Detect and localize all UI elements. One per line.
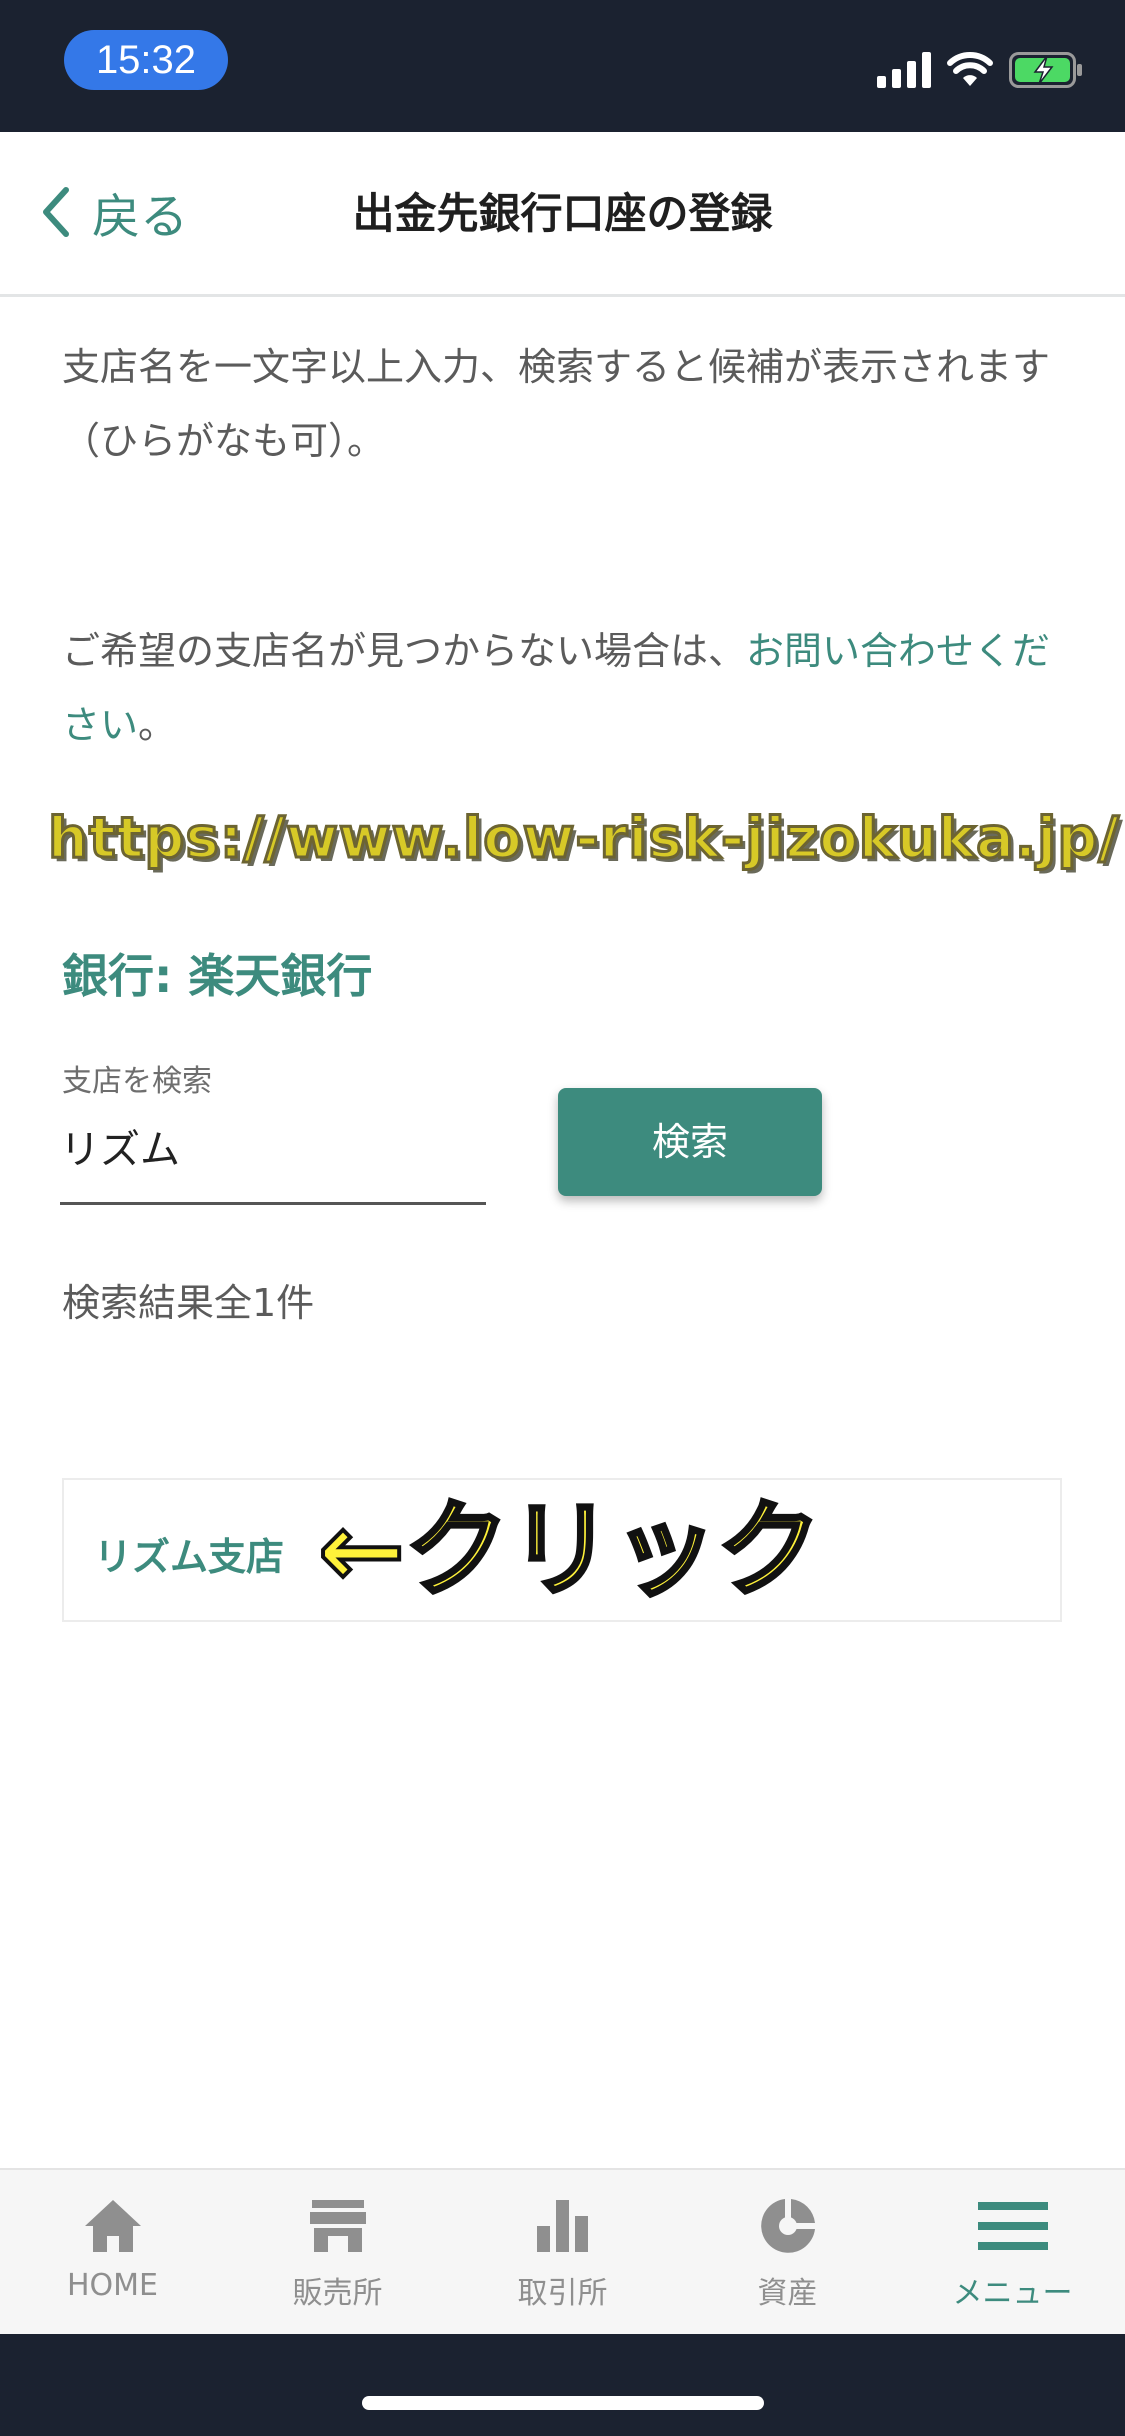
tab-exchange[interactable]: 取引所	[450, 2170, 675, 2336]
tab-bar: HOME 販売所 取引所 資産 メニュー	[0, 2168, 1125, 2336]
pie-chart-icon	[758, 2194, 818, 2258]
bar-chart-icon	[535, 2194, 591, 2258]
wifi-icon	[947, 52, 993, 92]
navigation-header: 戻る 出金先銀行口座の登録	[0, 132, 1125, 297]
home-indicator-area	[0, 2334, 1125, 2436]
tab-assets-label: 資産	[757, 2276, 818, 2311]
not-found-text: ご希望の支店名が見つからない場合は、お問い合わせください。	[62, 614, 1072, 762]
watermark-url: https://www.low-risk-jizokuka.jp/	[47, 805, 1121, 873]
branch-search-input[interactable]	[60, 1100, 486, 1205]
main-content: 支店名を一文字以上入力、検索すると候補が表示されます（ひらがなも可）。 ご希望の…	[62, 330, 1072, 762]
signal-icon	[877, 52, 931, 92]
tab-menu-label: メニュー	[952, 2276, 1073, 2311]
tab-store-label: 販売所	[292, 2276, 383, 2311]
menu-icon	[977, 2194, 1048, 2258]
result-item-label: リズム支店	[94, 1535, 285, 1579]
search-button[interactable]: 検索	[558, 1088, 822, 1196]
status-icons	[877, 46, 1083, 92]
status-time: 15:32	[64, 30, 228, 90]
tab-home-label: HOME	[66, 2268, 158, 2303]
tab-home[interactable]: HOME	[0, 2170, 225, 2336]
result-count: 検索結果全1件	[62, 1281, 315, 1325]
battery-charging-icon	[1009, 52, 1083, 92]
home-icon	[83, 2194, 143, 2258]
instruction-text: 支店名を一文字以上入力、検索すると候補が表示されます（ひらがなも可）。	[62, 345, 1051, 463]
branch-search-label: 支店を検索	[62, 1064, 212, 1099]
home-indicator[interactable]	[362, 2396, 764, 2410]
click-annotation: ←クリック	[316, 1487, 823, 1613]
page-title: 出金先銀行口座の登録	[352, 189, 773, 238]
not-found-prefix: ご希望の支店名が見つからない場合は、	[62, 629, 747, 673]
store-icon	[308, 2194, 368, 2258]
status-bar: 15:32	[0, 0, 1125, 132]
tab-store[interactable]: 販売所	[225, 2170, 450, 2336]
tab-exchange-label: 取引所	[517, 2276, 608, 2311]
bank-label: 銀行: 楽天銀行	[62, 949, 373, 1003]
not-found-suffix: 。	[138, 703, 177, 747]
tab-menu[interactable]: メニュー	[900, 2170, 1125, 2336]
tab-assets[interactable]: 資産	[675, 2170, 900, 2336]
